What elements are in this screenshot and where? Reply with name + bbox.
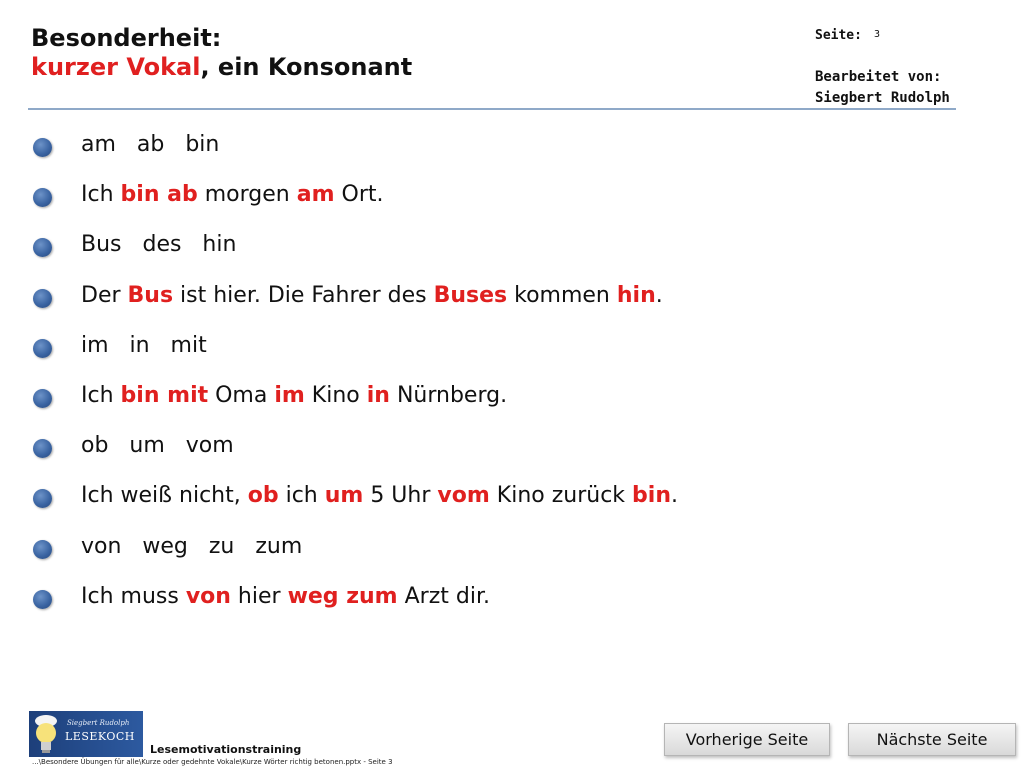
line-segment: Ich muss (81, 583, 186, 609)
line-segment: Ort. (334, 182, 384, 208)
logo-name: Siegbert Rudolph (67, 719, 130, 727)
line-text: Ich bin ab morgen am Ort. (81, 178, 384, 212)
line-segment: am ab bin (81, 132, 220, 157)
line-text: Ich muss von hier weg zum Arzt dir. (81, 580, 490, 614)
line-text: Ich weiß nicht, ob ich um 5 Uhr vom Kino… (81, 479, 678, 513)
line-segment: ich (278, 483, 325, 509)
blue-sphere-bullet-icon (33, 288, 52, 308)
line-segment: morgen (197, 182, 297, 208)
exercise-line: Der Bus ist hier. Die Fahrer des Buses k… (0, 279, 1024, 315)
blue-sphere-bullet-icon (33, 539, 52, 559)
highlighted-word: hin (616, 282, 656, 308)
blue-sphere-bullet-icon (33, 489, 52, 509)
line-segment: . (655, 282, 663, 308)
highlighted-word: weg zum (287, 583, 398, 609)
highlighted-word: bin mit (120, 383, 209, 408)
exercise-line: am ab bin (0, 128, 1024, 164)
line-text: am ab bin (81, 128, 219, 162)
next-page-button[interactable]: Nächste Seite (848, 723, 1016, 756)
page-title: Besonderheit: kurzer Vokal, ein Konsonan… (31, 24, 412, 82)
line-segment: Arzt dir. (397, 583, 490, 609)
exercise-line: Ich bin ab morgen am Ort. (0, 178, 1024, 214)
editor-info: Bearbeitet von: Siegbert Rudolph (815, 67, 950, 109)
highlighted-word: am (296, 182, 335, 208)
line-text: Bus des hin (81, 228, 236, 262)
highlighted-word: vom (437, 483, 490, 509)
exercise-line: von weg zu zum (0, 530, 1024, 566)
editor-name: Siegbert Rudolph (815, 90, 950, 106)
logo-brand: LESEKOCH (65, 730, 135, 743)
line-segment: hier (230, 583, 288, 609)
line-segment: ob um vom (81, 433, 234, 459)
highlighted-word: bin (632, 483, 671, 509)
line-segment: Ich weiß nicht, (81, 483, 248, 509)
highlighted-word: von (185, 583, 231, 609)
exercise-line: ob um vom (0, 429, 1024, 465)
previous-page-button[interactable]: Vorherige Seite (664, 723, 830, 756)
line-segment: Oma (208, 383, 275, 408)
highlighted-word: ob (247, 483, 279, 509)
blue-sphere-bullet-icon (33, 138, 52, 157)
line-segment: Der (81, 282, 128, 308)
line-segment: . (671, 483, 678, 509)
exercise-line: Bus des hin (0, 228, 1024, 264)
exercise-line: Ich weiß nicht, ob ich um 5 Uhr vom Kino… (0, 479, 1024, 515)
page-label: Seite: (815, 28, 862, 43)
blue-sphere-bullet-icon (33, 389, 52, 408)
highlighted-word: Buses (433, 282, 508, 308)
lightbulb-chef-logo-icon (35, 715, 57, 753)
line-segment: Kino (304, 383, 367, 408)
file-path: ...\Besondere Übungen für alle\Kurze ode… (32, 758, 393, 766)
line-segment: kommen (507, 282, 617, 308)
blue-sphere-bullet-icon (33, 188, 52, 208)
line-segment: ist hier. Die Fahrer des (173, 282, 434, 308)
line-segment: Ich (81, 383, 121, 408)
line-segment: Nürnberg. (389, 383, 508, 408)
highlighted-word: um (324, 483, 364, 509)
exercise-line: Ich bin mit Oma im Kino in Nürnberg. (0, 379, 1024, 415)
page-number: 3 (874, 29, 881, 40)
line-segment: von weg zu zum (81, 533, 303, 559)
editor-label: Bearbeitet von: (815, 69, 942, 85)
exercise-line: Ich muss von hier weg zum Arzt dir. (0, 580, 1024, 616)
blue-sphere-bullet-icon (33, 439, 52, 459)
training-label: Lesemotivationstraining (150, 743, 302, 756)
highlighted-word: bin ab (120, 182, 198, 208)
line-text: von weg zu zum (81, 530, 302, 564)
line-segment: im in mit (81, 332, 207, 358)
highlighted-word: im (274, 383, 305, 408)
highlighted-word: in (366, 383, 390, 408)
title-highlight: kurzer Vokal (31, 53, 201, 81)
line-segment: Bus des hin (81, 232, 237, 258)
line-segment: 5 Uhr (363, 483, 438, 509)
title-line-2: kurzer Vokal, ein Konsonant (31, 53, 412, 82)
line-text: ob um vom (81, 429, 234, 463)
line-segment: Kino zurück (489, 483, 633, 509)
exercise-line: im in mit (0, 329, 1024, 365)
lesekoch-logo: Siegbert Rudolph LESEKOCH (29, 711, 143, 757)
highlighted-word: Bus (127, 282, 174, 308)
title-rest: , ein Konsonant (200, 53, 413, 81)
blue-sphere-bullet-icon (33, 589, 52, 609)
line-text: im in mit (81, 329, 207, 363)
line-text: Ich bin mit Oma im Kino in Nürnberg. (81, 379, 507, 413)
blue-sphere-bullet-icon (33, 338, 52, 358)
title-line-1: Besonderheit: (31, 24, 222, 52)
blue-sphere-bullet-icon (33, 238, 52, 258)
line-segment: Ich (81, 182, 121, 208)
line-text: Der Bus ist hier. Die Fahrer des Buses k… (81, 279, 663, 313)
